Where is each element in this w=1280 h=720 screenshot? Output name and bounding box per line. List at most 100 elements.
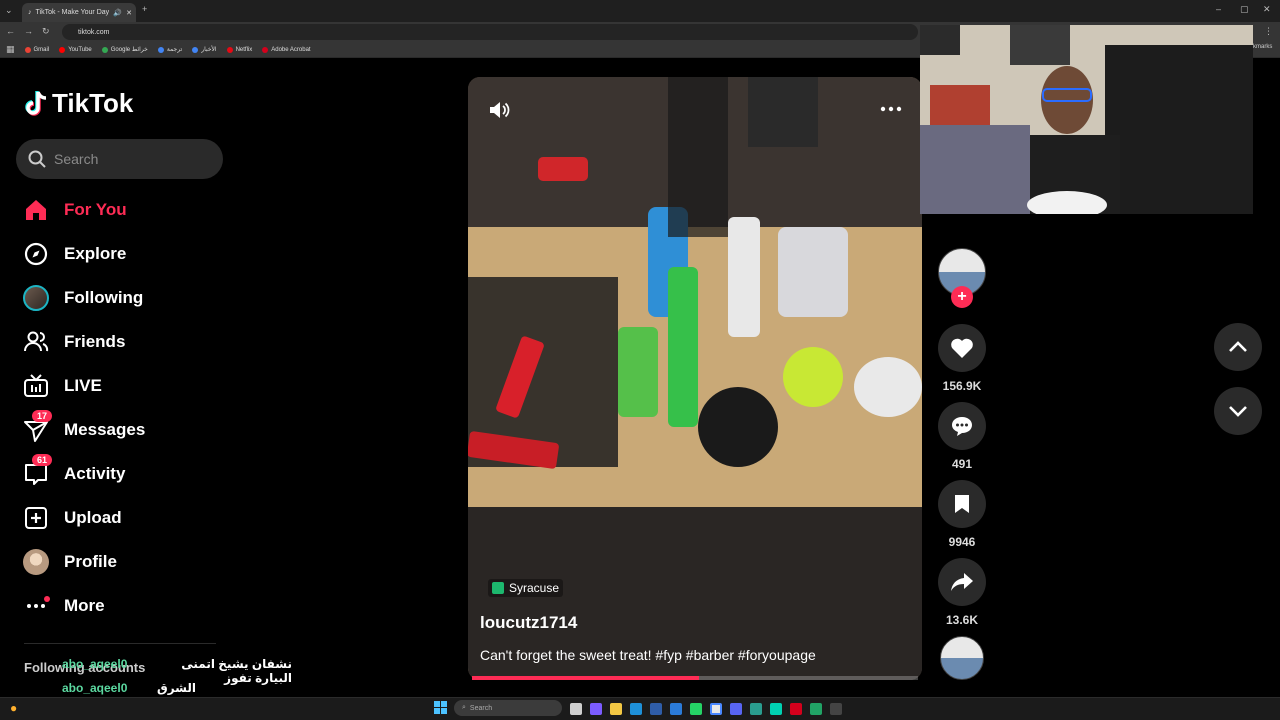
nav-label: More (64, 596, 105, 615)
search-box[interactable] (16, 139, 223, 179)
nav-upload[interactable]: Upload (22, 500, 222, 536)
close-window-button[interactable]: ✕ (1263, 4, 1271, 15)
nav-label: For You (64, 200, 127, 219)
nav-label: Following (64, 288, 144, 307)
chat-message-text: نشفان يشيخ اتمنى البيارة تفوز (181, 657, 292, 685)
bookmark-gmail[interactable]: Gmail (24, 46, 49, 53)
file-explorer-icon[interactable] (610, 703, 622, 715)
task-view-icon[interactable] (570, 703, 582, 715)
nav-activity[interactable]: 61 Activity (22, 454, 222, 492)
upload-icon (22, 504, 50, 532)
app-icon[interactable] (830, 703, 842, 715)
acrobat-icon[interactable] (790, 703, 802, 715)
taskbar-search[interactable]: ⌕ Search (454, 700, 562, 716)
tiktok-logo[interactable]: TikTok (24, 88, 133, 119)
messages-badge: 17 (32, 410, 53, 422)
back-button[interactable]: ← (6, 26, 15, 36)
chat-username: abo_aqeel0 (62, 657, 128, 671)
tiktok-note-icon (25, 90, 47, 116)
nav-friends[interactable]: Friends (22, 324, 222, 360)
follow-plus-button[interactable]: + (951, 286, 973, 308)
minimize-button[interactable]: – (1216, 4, 1221, 14)
nav-more[interactable]: More (22, 588, 222, 624)
new-tab-button[interactable]: + (142, 4, 147, 14)
reload-button[interactable]: ↻ (42, 26, 50, 37)
nav-live[interactable]: LIVE (22, 368, 222, 404)
copilot-icon[interactable] (590, 703, 602, 715)
nav-for-you[interactable]: For You (22, 192, 222, 228)
browser-menu-icon[interactable]: ⋮ (1264, 26, 1273, 37)
sidebar-divider (24, 643, 216, 644)
notification-dot (44, 596, 50, 602)
whatsapp-icon[interactable] (690, 703, 702, 715)
taskbar-pinned-apps (570, 703, 842, 715)
apps-icon[interactable]: ▦ (6, 44, 15, 55)
browser-tab[interactable]: ♪ TikTok - Make Your Day 🔊 ✕ (22, 3, 136, 22)
bookmark-icon (955, 495, 969, 513)
share-icon (951, 573, 973, 591)
chevron-down-icon (1229, 406, 1247, 417)
video-progress-fill (472, 676, 700, 680)
mail-icon[interactable] (670, 703, 682, 715)
logo-text: TikTok (52, 88, 134, 118)
store-icon[interactable] (650, 703, 662, 715)
maximize-button[interactable]: ▢ (1240, 4, 1249, 15)
discord-icon[interactable] (730, 703, 742, 715)
location-icon (492, 582, 504, 594)
location-label: Syracuse (509, 581, 560, 595)
excel-icon[interactable] (810, 703, 822, 715)
bookmark-youtube[interactable]: YouTube (59, 46, 92, 53)
save-button[interactable] (938, 480, 986, 528)
bookmark-translate[interactable]: ترجمة (157, 46, 182, 53)
chat-message: abo_aqeel0 (62, 681, 127, 695)
bookmark-google-maps[interactable]: Google خرائط (101, 46, 148, 53)
nav-label: LIVE (64, 376, 102, 395)
search-input[interactable] (54, 151, 214, 167)
video-caption: Can't forget the sweet treat! #fyp #barb… (480, 647, 816, 663)
bookmark-news[interactable]: الأخبار (192, 46, 217, 53)
app-icon[interactable] (770, 703, 782, 715)
comment-button[interactable] (938, 402, 986, 450)
forward-button[interactable]: → (24, 26, 33, 36)
previous-video-button[interactable] (1214, 323, 1262, 371)
nav-label: Explore (64, 244, 127, 263)
bookmark-netflix[interactable]: Netflix (226, 46, 252, 53)
like-button[interactable] (938, 324, 986, 372)
nav-label: Upload (64, 508, 122, 527)
chrome-icon[interactable] (710, 703, 722, 715)
tab-search-icon[interactable]: ⌄ (5, 5, 13, 16)
start-icon[interactable] (434, 701, 447, 719)
edge-icon[interactable] (630, 703, 642, 715)
url-text: tiktok.com (78, 28, 110, 36)
share-button[interactable] (938, 558, 986, 606)
like-count: 156.9K (942, 379, 982, 393)
bookmark-adobe-acrobat[interactable]: Adobe Acrobat (262, 46, 311, 53)
volume-icon[interactable] (488, 99, 510, 121)
nav-explore[interactable]: Explore (22, 236, 222, 272)
windows-taskbar: ● (0, 697, 1280, 720)
tab-close-icon[interactable]: ✕ (126, 9, 132, 17)
tiktok-favicon: ♪ (28, 9, 32, 16)
nav-following[interactable]: Following (22, 280, 222, 316)
next-video-avatar[interactable] (940, 636, 984, 680)
more-icon (22, 592, 50, 620)
next-video-button[interactable] (1214, 387, 1262, 435)
url-field[interactable]: tiktok.com (62, 24, 918, 40)
search-icon: ⌕ (462, 704, 466, 711)
video-username[interactable]: loucutz1714 (480, 613, 577, 633)
nav-profile[interactable]: Profile (22, 544, 222, 580)
browser-tab-strip: ⌄ ♪ TikTok - Make Your Day 🔊 ✕ + – ▢ ✕ (0, 0, 1280, 22)
video-options-icon[interactable] (880, 105, 902, 113)
comment-icon (952, 417, 972, 436)
app-icon[interactable] (750, 703, 762, 715)
nav-label: Activity (64, 464, 126, 483)
nav-label: Friends (64, 332, 126, 351)
location-tag[interactable]: Syracuse (488, 579, 564, 597)
profile-avatar (22, 548, 50, 576)
nav-messages[interactable]: 17 Messages (22, 410, 222, 448)
all-bookmarks-label[interactable]: kmarks (1253, 44, 1272, 50)
widgets-icon[interactable]: ● (10, 701, 17, 715)
share-count: 13.6K (945, 613, 979, 627)
tab-audio-icon[interactable]: 🔊 (113, 9, 122, 17)
save-count: 9946 (948, 535, 976, 549)
